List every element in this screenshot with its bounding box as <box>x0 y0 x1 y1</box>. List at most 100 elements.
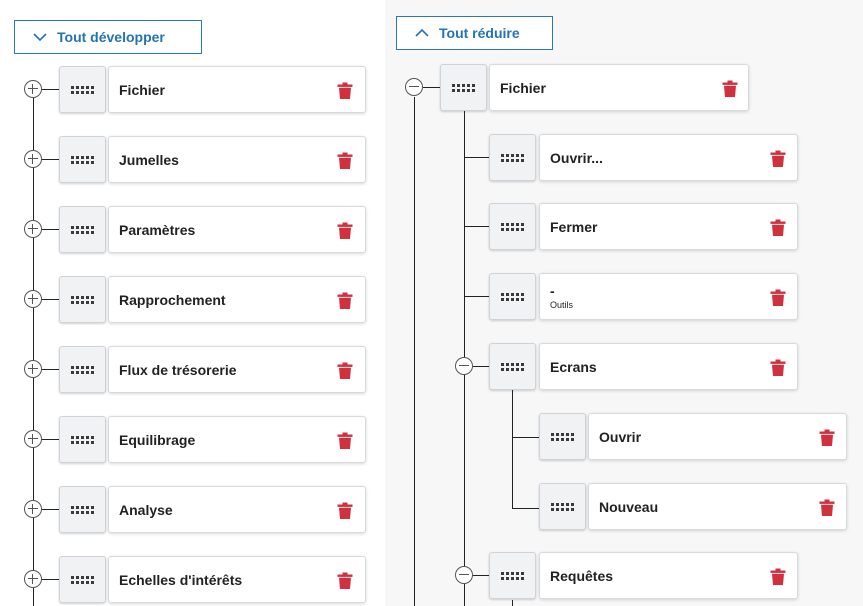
tree-node-label: Ouvrir <box>599 429 642 445</box>
collapse-all-label: Tout réduire <box>439 25 520 41</box>
trash-icon[interactable] <box>722 80 738 97</box>
expand-toggle-icon[interactable] <box>24 500 42 518</box>
expand-all-button[interactable]: Tout développer <box>14 20 202 54</box>
expand-toggle-icon[interactable] <box>24 430 42 448</box>
expand-toggle-icon[interactable] <box>24 290 42 308</box>
drag-handle[interactable] <box>59 136 106 183</box>
expand-toggle-icon[interactable] <box>24 150 42 168</box>
left-tree-panel: Tout développer Fichier Jumelles Paramètre… <box>0 0 385 606</box>
drag-handle[interactable] <box>59 66 106 113</box>
tree-node[interactable]: Echelles d'intérêts <box>108 556 366 603</box>
tree-node[interactable]: Jumelles <box>108 136 366 183</box>
drag-handle[interactable] <box>539 413 586 460</box>
drag-handle[interactable] <box>489 203 536 250</box>
expand-toggle-icon[interactable] <box>24 80 42 98</box>
right-tree-panel: Tout réduire Fichier Ouvrir... Fermer - … <box>385 0 863 606</box>
chevron-down-icon <box>33 33 47 42</box>
drag-grip-icon <box>501 222 524 231</box>
tree-node-grandchild[interactable]: Nouveau <box>588 483 847 530</box>
drag-grip-icon <box>501 362 524 371</box>
drag-grip-icon <box>551 502 574 511</box>
drag-handle[interactable] <box>59 556 106 603</box>
tree-node-child[interactable]: Fermer <box>539 203 798 250</box>
trash-icon[interactable] <box>770 219 786 236</box>
trash-icon[interactable] <box>337 152 353 169</box>
trash-icon[interactable] <box>337 572 353 589</box>
trash-icon[interactable] <box>337 362 353 379</box>
tree-node-label: Analyse <box>119 502 173 518</box>
trash-icon[interactable] <box>819 429 835 446</box>
trash-icon[interactable] <box>337 502 353 519</box>
drag-handle[interactable] <box>59 206 106 253</box>
drag-handle[interactable] <box>59 346 106 393</box>
tree-connector <box>464 157 489 158</box>
tree-node-sublabel: Outils <box>550 300 574 310</box>
tree-node-label: Fichier <box>500 80 546 96</box>
tree-node[interactable]: Fichier <box>108 66 366 113</box>
trash-icon[interactable] <box>770 359 786 376</box>
tree-connector-root <box>414 97 415 606</box>
tree-node[interactable]: Analyse <box>108 486 366 533</box>
drag-grip-icon <box>501 292 524 301</box>
expand-toggle-icon[interactable] <box>24 360 42 378</box>
drag-handle[interactable] <box>440 64 487 111</box>
tree-node-label: Fichier <box>119 82 165 98</box>
collapse-all-button[interactable]: Tout réduire <box>396 16 553 50</box>
drag-grip-icon <box>71 505 94 514</box>
tree-node-label: Nouveau <box>599 499 659 515</box>
expand-all-label: Tout développer <box>57 29 165 45</box>
tree-connector-grandchildren <box>512 390 513 509</box>
drag-grip-icon <box>452 83 475 92</box>
trash-icon[interactable] <box>770 150 786 167</box>
drag-grip-icon <box>501 153 524 162</box>
tree-node[interactable]: Equilibrage <box>108 416 366 463</box>
drag-grip-icon <box>71 365 94 374</box>
tree-node-child[interactable]: Ouvrir... <box>539 134 798 181</box>
trash-icon[interactable] <box>337 222 353 239</box>
collapse-toggle-icon[interactable] <box>455 566 473 584</box>
trash-icon[interactable] <box>770 568 786 585</box>
trash-icon[interactable] <box>819 499 835 516</box>
drag-grip-icon <box>501 571 524 580</box>
tree-connector <box>464 226 489 227</box>
tree-node-grandchild[interactable]: Ouvrir <box>588 413 847 460</box>
drag-grip-icon <box>71 575 94 584</box>
tree-node-label: Rapprochement <box>119 292 226 308</box>
tree-node[interactable]: Paramètres <box>108 206 366 253</box>
collapse-toggle-icon[interactable] <box>455 357 473 375</box>
tree-node-child[interactable]: Requêtes <box>539 552 798 599</box>
tree-node-label: Ouvrir... <box>550 150 603 166</box>
drag-grip-icon <box>551 432 574 441</box>
drag-grip-icon <box>71 225 94 234</box>
drag-grip-icon <box>71 85 94 94</box>
tree-node[interactable]: Flux de trésorerie <box>108 346 366 393</box>
tree-node-child[interactable]: - Outils <box>539 273 798 320</box>
trash-icon[interactable] <box>337 292 353 309</box>
tree-node-label: Jumelles <box>119 152 179 168</box>
trash-icon[interactable] <box>337 432 353 449</box>
chevron-up-icon <box>415 28 429 37</box>
tree-node-label: Requêtes <box>550 568 614 584</box>
trash-icon[interactable] <box>337 82 353 99</box>
expand-toggle-icon[interactable] <box>24 220 42 238</box>
drag-handle[interactable] <box>489 552 536 599</box>
drag-handle[interactable] <box>59 276 106 323</box>
tree-node-label: Flux de trésorerie <box>119 362 237 378</box>
collapse-toggle-icon[interactable] <box>405 78 423 96</box>
tree-node-child[interactable]: Ecrans <box>539 343 798 390</box>
tree-node-label: Fermer <box>550 219 598 235</box>
tree-node-root[interactable]: Fichier <box>489 64 749 111</box>
tree-node-label: Echelles d'intérêts <box>119 572 243 588</box>
drag-handle[interactable] <box>59 486 106 533</box>
expand-toggle-icon[interactable] <box>24 570 42 588</box>
drag-handle[interactable] <box>489 343 536 390</box>
tree-connector <box>473 366 489 367</box>
tree-connector <box>473 575 489 576</box>
drag-handle[interactable] <box>489 134 536 181</box>
tree-node[interactable]: Rapprochement <box>108 276 366 323</box>
drag-handle[interactable] <box>489 273 536 320</box>
tree-node-label: - <box>550 283 555 299</box>
drag-handle[interactable] <box>539 483 586 530</box>
drag-handle[interactable] <box>59 416 106 463</box>
trash-icon[interactable] <box>770 289 786 306</box>
